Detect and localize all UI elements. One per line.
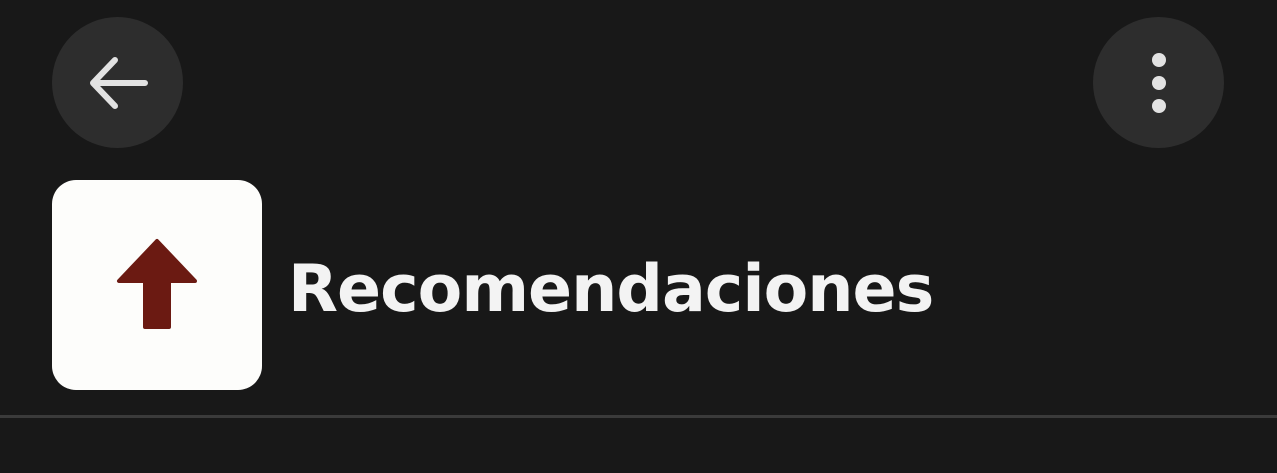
page-title: Recomendaciones bbox=[288, 251, 934, 327]
app-icon bbox=[52, 180, 262, 390]
header-divider bbox=[0, 415, 1277, 418]
back-button[interactable] bbox=[52, 17, 183, 148]
page-header: Recomendaciones bbox=[52, 180, 934, 390]
arrow-left-icon bbox=[83, 48, 153, 118]
more-options-button[interactable] bbox=[1093, 17, 1224, 148]
more-vertical-icon bbox=[1149, 52, 1169, 114]
arrow-up-icon bbox=[115, 235, 199, 335]
